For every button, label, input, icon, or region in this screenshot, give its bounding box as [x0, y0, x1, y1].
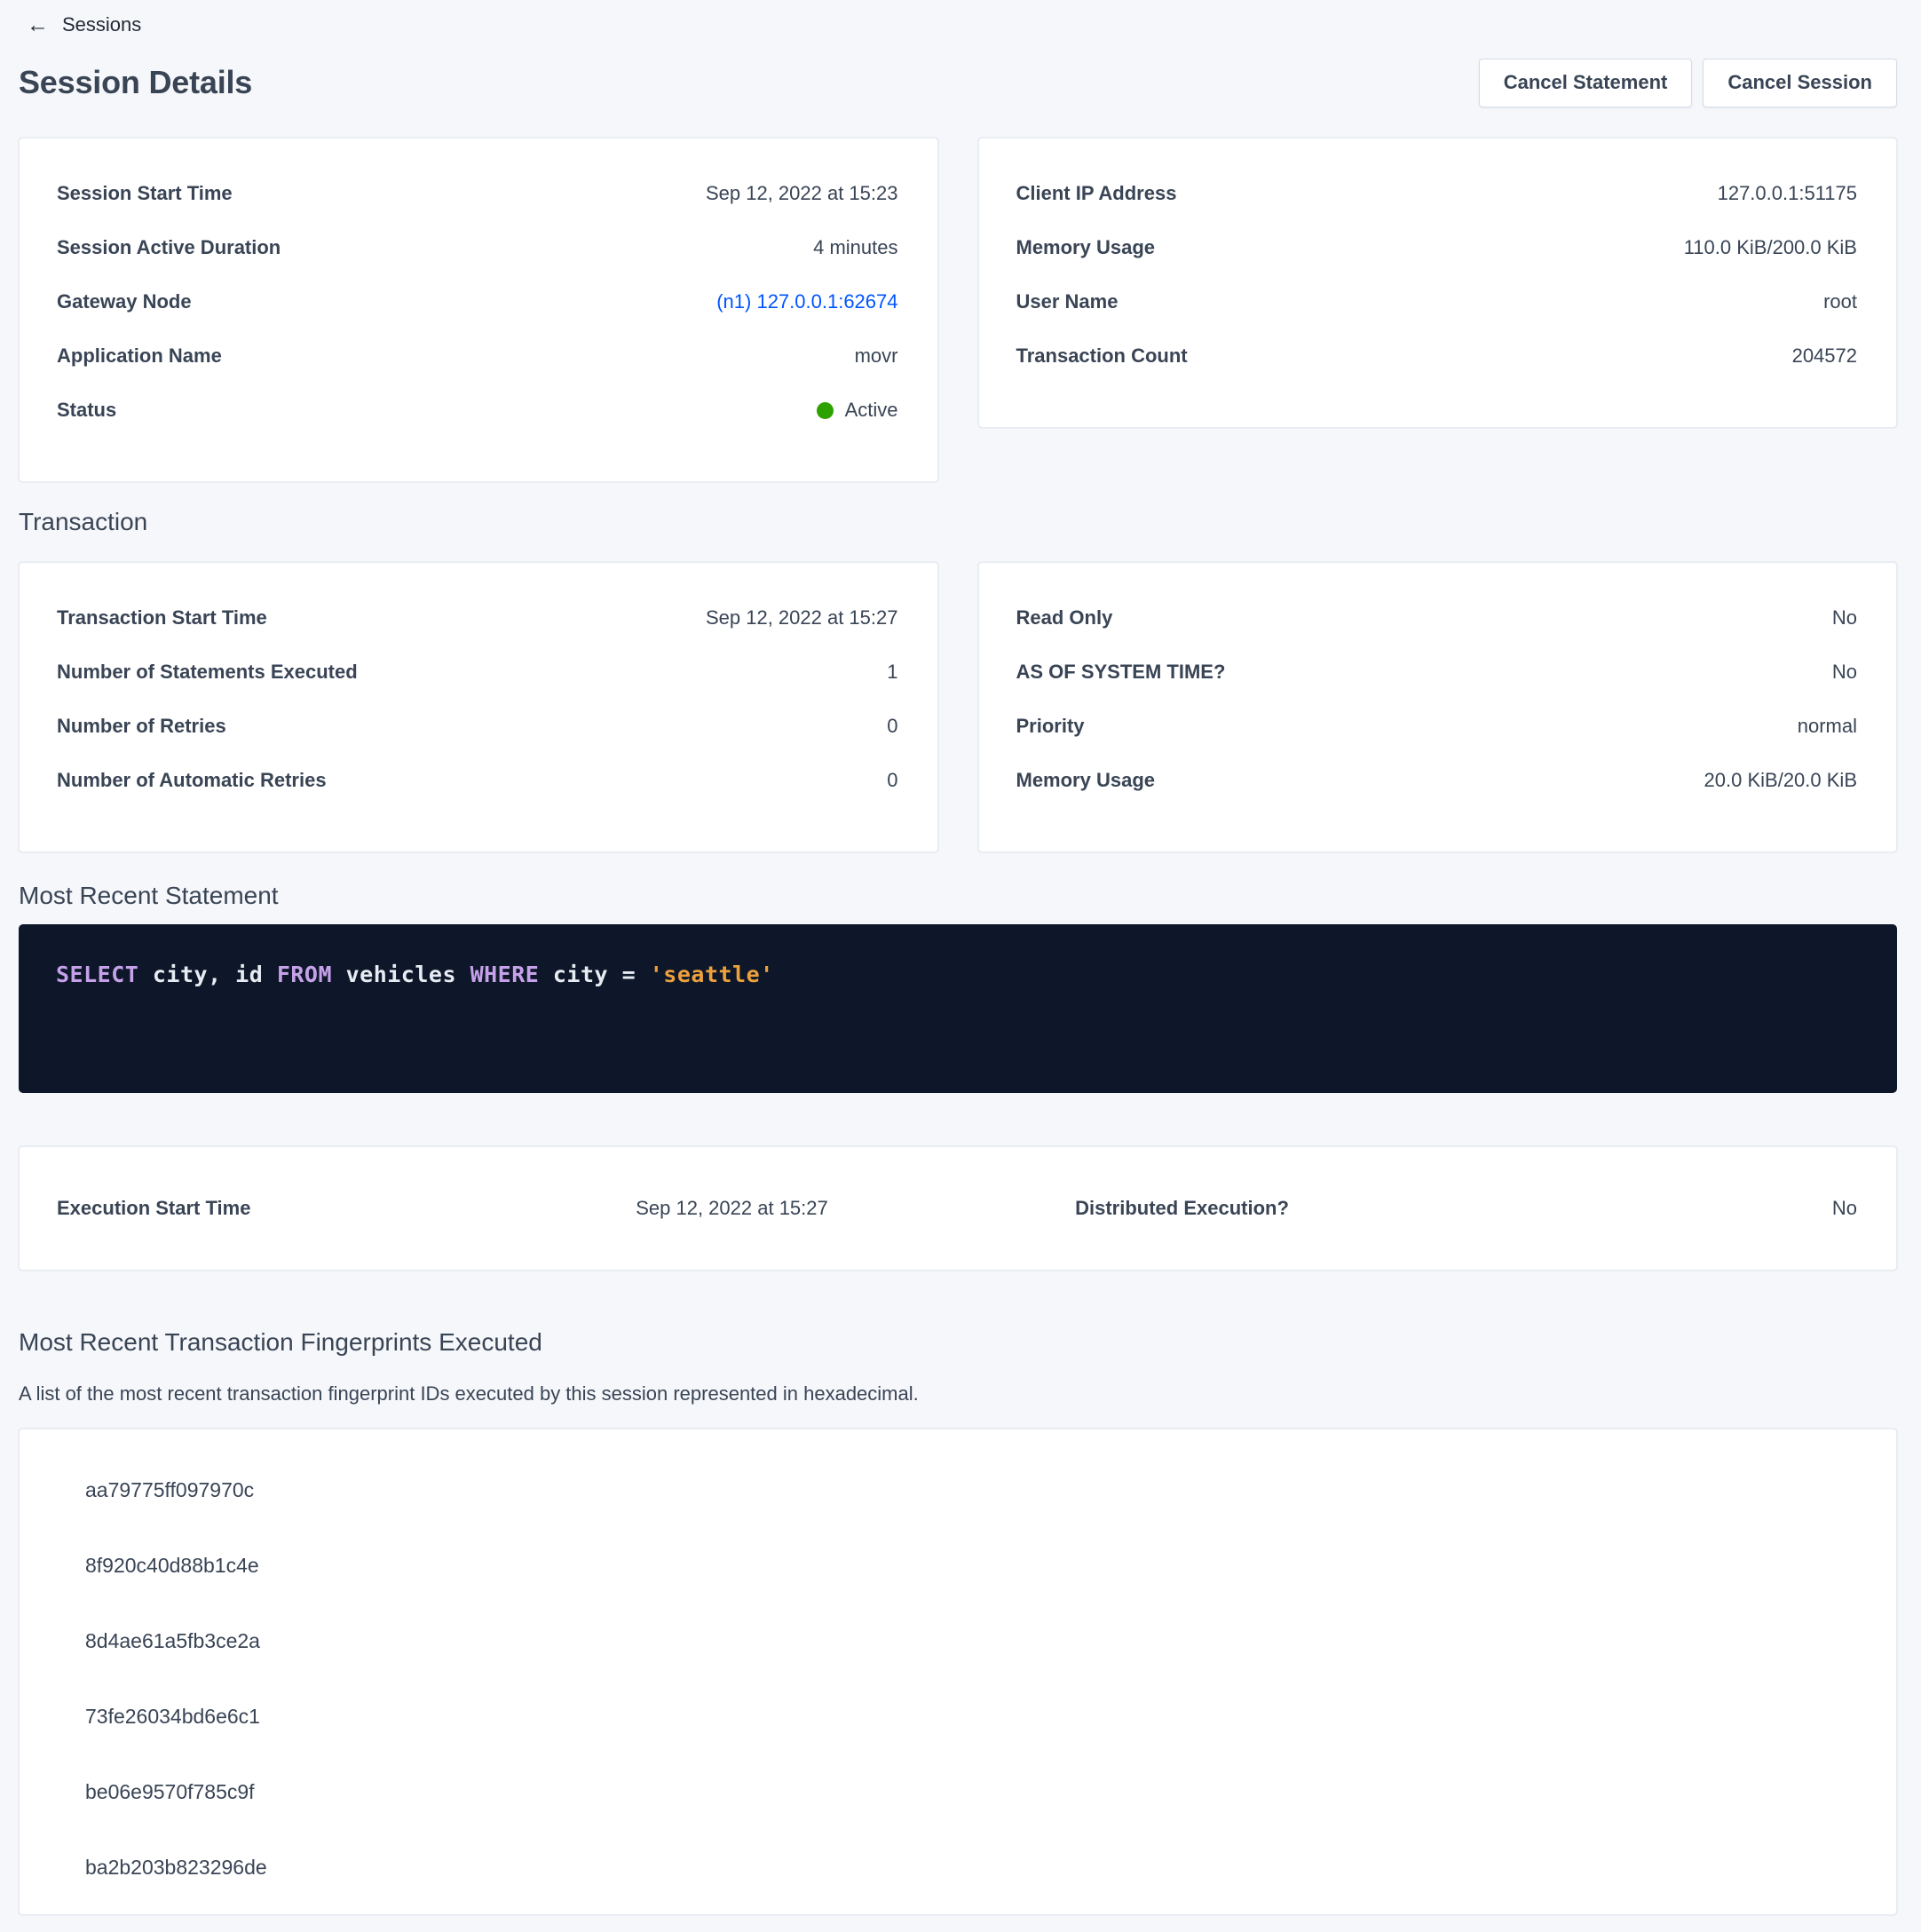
as-of-system-time-value: No: [1832, 660, 1857, 685]
gateway-node-link[interactable]: (n1) 127.0.0.1:62674: [716, 289, 897, 314]
user-name-label: User Name: [1016, 289, 1119, 314]
statements-executed-label: Number of Statements Executed: [57, 660, 358, 685]
application-name-row: Application Name movr: [57, 344, 898, 368]
application-name-value: movr: [855, 344, 898, 368]
read-only-value: No: [1832, 606, 1857, 630]
sql-columns: city, id: [138, 962, 277, 987]
sql-statement-code: SELECT city, id FROM vehicles WHERE city…: [56, 962, 1860, 987]
fingerprint-item: 8f920c40d88b1c4e: [85, 1528, 1857, 1603]
transaction-memory-usage-row: Memory Usage 20.0 KiB/20.0 KiB: [1016, 768, 1858, 793]
cancel-session-button[interactable]: Cancel Session: [1703, 59, 1897, 107]
transaction-count-value: 204572: [1792, 344, 1857, 368]
transaction-start-time-label: Transaction Start Time: [57, 606, 267, 630]
fingerprints-section-heading: Most Recent Transaction Fingerprints Exe…: [19, 1327, 1897, 1358]
transaction-cards-row: Transaction Start Time Sep 12, 2022 at 1…: [19, 562, 1897, 852]
transaction-info-card: Transaction Start Time Sep 12, 2022 at 1…: [19, 562, 938, 852]
execution-details-card: Execution Start Time Sep 12, 2022 at 15:…: [19, 1146, 1897, 1271]
sql-keyword-select: SELECT: [56, 962, 138, 987]
priority-value: normal: [1798, 714, 1857, 739]
fingerprints-subtitle: A list of the most recent transaction fi…: [19, 1382, 1897, 1406]
transaction-count-row: Transaction Count 204572: [1016, 344, 1858, 368]
sql-keyword-from: FROM: [277, 962, 332, 987]
execution-start-time-value: Sep 12, 2022 at 15:27: [507, 1196, 957, 1221]
transaction-props-card: Read Only No AS OF SYSTEM TIME? No Prior…: [978, 562, 1898, 852]
priority-label: Priority: [1016, 714, 1085, 739]
distributed-execution-label: Distributed Execution?: [957, 1196, 1407, 1221]
sql-keyword-where: WHERE: [470, 962, 540, 987]
back-link-label: Sessions: [62, 13, 141, 36]
gateway-node-label: Gateway Node: [57, 289, 192, 314]
retries-value: 0: [887, 714, 897, 739]
status-active-dot-icon: [817, 402, 834, 419]
user-name-value: root: [1823, 289, 1857, 314]
client-info-card: Client IP Address 127.0.0.1:51175 Memory…: [978, 138, 1898, 428]
status-value: Active: [817, 398, 898, 423]
fingerprint-item: 8d4ae61a5fb3ce2a: [85, 1603, 1857, 1679]
as-of-system-time-label: AS OF SYSTEM TIME?: [1016, 660, 1226, 685]
sql-condition: city =: [539, 962, 649, 987]
retries-label: Number of Retries: [57, 714, 226, 739]
automatic-retries-label: Number of Automatic Retries: [57, 768, 327, 793]
page-title: Session Details: [19, 64, 252, 101]
back-row: ← Sessions: [19, 11, 1897, 39]
client-ip-row: Client IP Address 127.0.0.1:51175: [1016, 181, 1858, 206]
client-ip-value: 127.0.0.1:51175: [1718, 181, 1857, 206]
sql-string-literal: 'seattle': [650, 962, 774, 987]
session-start-time-label: Session Start Time: [57, 181, 233, 206]
session-active-duration-label: Session Active Duration: [57, 235, 281, 260]
session-active-duration-value: 4 minutes: [813, 235, 897, 260]
client-ip-label: Client IP Address: [1016, 181, 1177, 206]
cancel-statement-button[interactable]: Cancel Statement: [1479, 59, 1693, 107]
application-name-label: Application Name: [57, 344, 222, 368]
session-start-time-row: Session Start Time Sep 12, 2022 at 15:23: [57, 181, 898, 206]
automatic-retries-value: 0: [887, 768, 897, 793]
priority-row: Priority normal: [1016, 714, 1858, 739]
session-memory-usage-label: Memory Usage: [1016, 235, 1156, 260]
transaction-start-time-row: Transaction Start Time Sep 12, 2022 at 1…: [57, 606, 898, 630]
title-row: Session Details Cancel Statement Cancel …: [19, 57, 1897, 108]
read-only-row: Read Only No: [1016, 606, 1858, 630]
user-name-row: User Name root: [1016, 289, 1858, 314]
automatic-retries-row: Number of Automatic Retries 0: [57, 768, 898, 793]
back-arrow-icon: ←: [27, 14, 49, 36]
session-memory-usage-row: Memory Usage 110.0 KiB/200.0 KiB: [1016, 235, 1858, 260]
distributed-execution-value: No: [1407, 1196, 1857, 1221]
statements-executed-row: Number of Statements Executed 1: [57, 660, 898, 685]
statement-section-heading: Most Recent Statement: [19, 881, 1897, 911]
retries-row: Number of Retries 0: [57, 714, 898, 739]
status-row: Status Active: [57, 398, 898, 423]
session-details-page: ← Sessions Session Details Cancel Statem…: [0, 0, 1921, 1915]
execution-start-time-label: Execution Start Time: [57, 1196, 507, 1221]
session-info-card: Session Start Time Sep 12, 2022 at 15:23…: [19, 138, 938, 482]
session-active-duration-row: Session Active Duration 4 minutes: [57, 235, 898, 260]
read-only-label: Read Only: [1016, 606, 1113, 630]
sql-statement-box: SELECT city, id FROM vehicles WHERE city…: [19, 924, 1897, 1093]
transaction-count-label: Transaction Count: [1016, 344, 1188, 368]
session-summary-row: Session Start Time Sep 12, 2022 at 15:23…: [19, 138, 1897, 482]
transaction-section-heading: Transaction: [19, 507, 1897, 537]
gateway-node-row: Gateway Node (n1) 127.0.0.1:62674: [57, 289, 898, 314]
sql-table: vehicles: [332, 962, 470, 987]
execution-details-grid: Execution Start Time Sep 12, 2022 at 15:…: [57, 1196, 1857, 1221]
statements-executed-value: 1: [887, 660, 897, 685]
session-memory-usage-value: 110.0 KiB/200.0 KiB: [1684, 235, 1857, 260]
transaction-start-time-value: Sep 12, 2022 at 15:27: [706, 606, 898, 630]
transaction-memory-usage-label: Memory Usage: [1016, 768, 1156, 793]
back-to-sessions-link[interactable]: ← Sessions: [19, 13, 141, 36]
fingerprint-item: 73fe26034bd6e6c1: [85, 1679, 1857, 1754]
transaction-memory-usage-value: 20.0 KiB/20.0 KiB: [1704, 768, 1857, 793]
fingerprint-item: aa79775ff097970c: [85, 1453, 1857, 1528]
fingerprint-item: be06e9570f785c9f: [85, 1754, 1857, 1830]
status-active-text: Active: [845, 398, 898, 423]
action-buttons: Cancel Statement Cancel Session: [1479, 59, 1897, 107]
fingerprints-card: aa79775ff097970c 8f920c40d88b1c4e 8d4ae6…: [19, 1429, 1897, 1915]
fingerprint-item: ba2b203b823296de: [85, 1830, 1857, 1905]
as-of-system-time-row: AS OF SYSTEM TIME? No: [1016, 660, 1858, 685]
status-label: Status: [57, 398, 116, 423]
session-start-time-value: Sep 12, 2022 at 15:23: [706, 181, 898, 206]
